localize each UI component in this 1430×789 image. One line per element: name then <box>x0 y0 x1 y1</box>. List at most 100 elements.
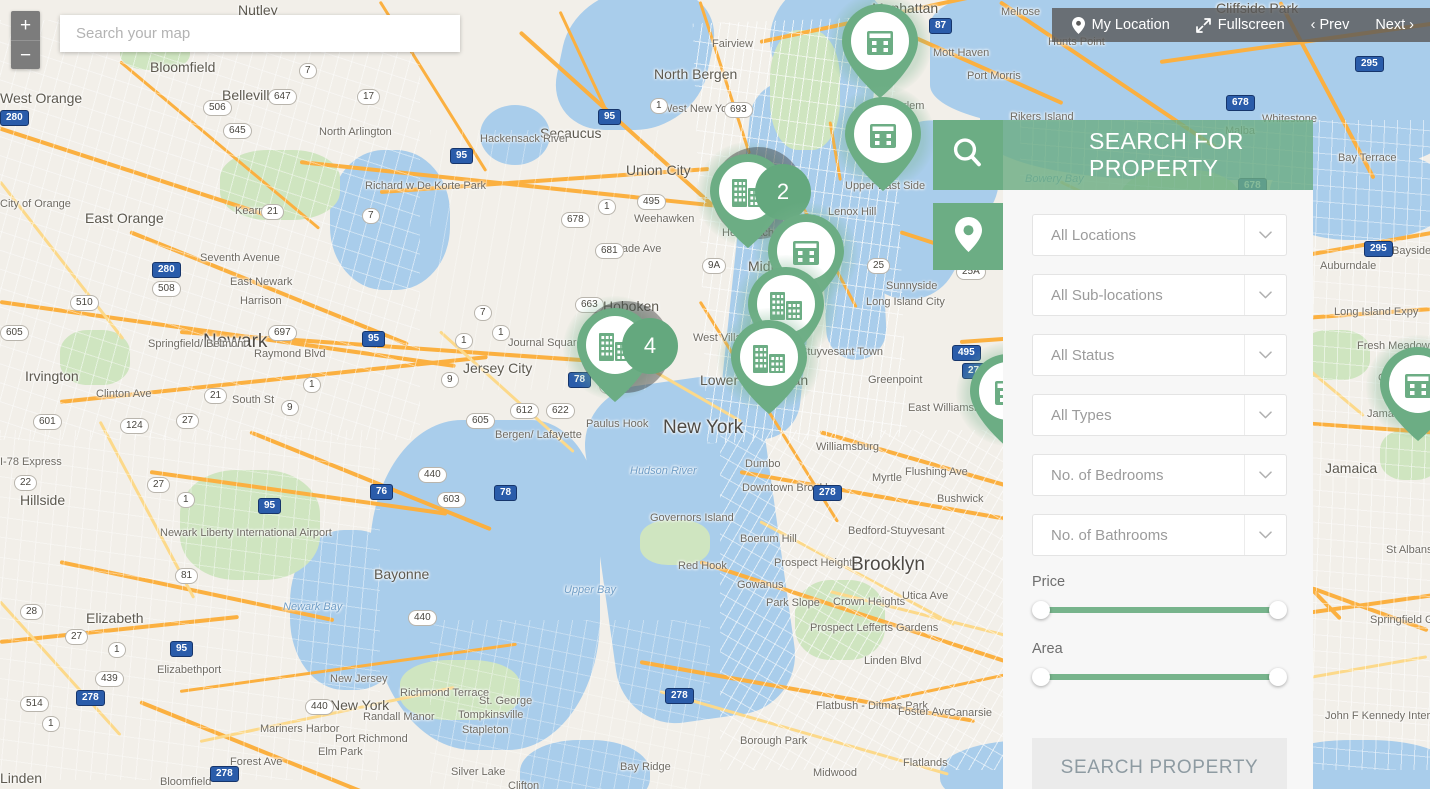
slider-max-handle-area[interactable] <box>1269 668 1287 686</box>
select-sub-locations[interactable]: All Sub-locations <box>1032 274 1287 316</box>
route-shield: 95 <box>258 498 282 514</box>
route-shield: 612 <box>510 403 539 419</box>
route-shield: 622 <box>546 403 575 419</box>
chevron-down-icon[interactable] <box>1244 275 1286 315</box>
slider-min-handle-price[interactable] <box>1032 601 1050 619</box>
select-bedrooms-value: No. of Bedrooms <box>1051 466 1164 484</box>
route-shield: 1 <box>650 98 668 114</box>
route-shield: 605 <box>466 413 495 429</box>
slider-track-price <box>1038 607 1281 613</box>
route-shield: 1 <box>492 325 510 341</box>
search-panel-body: All Locations All Sub-locations All Status… <box>1003 190 1313 789</box>
map-label: Midwood <box>813 767 858 779</box>
chevron-down-icon[interactable] <box>1244 335 1286 375</box>
select-locations[interactable]: All Locations <box>1032 214 1287 256</box>
map-label: Myrtle <box>872 472 902 484</box>
map-label: Weehawken <box>634 213 695 225</box>
fullscreen-icon <box>1195 17 1211 33</box>
my-location-button[interactable]: My Location <box>1071 16 1170 34</box>
slider-label-area: Area <box>1032 641 1063 657</box>
map-label: Bushwick <box>937 493 984 505</box>
route-shield: 76 <box>370 484 394 500</box>
property-marker[interactable]: 4 <box>563 296 678 404</box>
route-shield: 280 <box>152 262 181 278</box>
chevron-down-icon[interactable] <box>1244 515 1286 555</box>
route-shield: 678 <box>561 212 590 228</box>
route-shield: 1 <box>303 377 321 393</box>
map-label: Brooklyn <box>851 554 925 575</box>
my-location-label: My Location <box>1091 17 1170 33</box>
slider-area[interactable] <box>1032 668 1287 686</box>
zoom-out-button[interactable]: − <box>11 40 40 69</box>
search-property-panel: SEARCH FOR PROPERTY All Locations All Sub… <box>933 120 1313 789</box>
search-property-button[interactable]: SEARCH PROPERTY <box>1032 738 1287 789</box>
route-shield: 440 <box>305 699 334 715</box>
map-label: John F Kennedy International Airport <box>1325 710 1430 722</box>
search-sliders-container: Price Area <box>1032 574 1287 686</box>
route-shield: 95 <box>170 641 194 657</box>
property-marker[interactable] <box>1366 335 1430 443</box>
chevron-down-icon[interactable] <box>1244 215 1286 255</box>
route-shield: 1 <box>177 492 195 508</box>
prev-button[interactable]: ‹ Prev <box>1311 17 1350 33</box>
chevron-down-icon[interactable] <box>1244 455 1286 495</box>
map-search-box[interactable] <box>60 15 460 52</box>
next-button[interactable]: Next › <box>1375 17 1414 33</box>
route-shield: 78 <box>494 485 518 501</box>
route-shield: 295 <box>1364 241 1393 257</box>
map-label: Harrison <box>240 295 282 307</box>
route-shield: 278 <box>813 485 842 501</box>
property-marker[interactable] <box>717 308 821 416</box>
slider-min-handle-area[interactable] <box>1032 668 1050 686</box>
map-label: Bayside <box>1392 245 1430 257</box>
map-label: Borough Park <box>740 735 808 747</box>
select-types[interactable]: All Types <box>1032 394 1287 436</box>
chevron-down-icon[interactable] <box>1244 395 1286 435</box>
property-marker[interactable] <box>831 85 935 193</box>
select-status[interactable]: All Status <box>1032 334 1287 376</box>
map-label: Linden Blvd <box>864 655 922 667</box>
map-search-input[interactable] <box>60 15 460 52</box>
route-shield: 278 <box>210 766 239 782</box>
map-zoom-controls[interactable]: + − <box>11 11 40 69</box>
map-label: Auburndale <box>1320 260 1377 272</box>
select-bedrooms[interactable]: No. of Bedrooms <box>1032 454 1287 496</box>
panel-search-icon-badge <box>933 120 1003 190</box>
route-shield: 1 <box>455 333 473 349</box>
slider-max-handle-price[interactable] <box>1269 601 1287 619</box>
slider-block-price: Price <box>1032 574 1287 619</box>
route-shield: 17 <box>357 89 381 105</box>
map-label: Hillside <box>20 492 66 508</box>
slider-label-price: Price <box>1032 574 1066 590</box>
map-label: West Orange <box>0 90 83 106</box>
map-label: City of Orange <box>0 198 71 210</box>
slider-block-area: Area <box>1032 641 1287 686</box>
search-panel-header: SEARCH FOR PROPERTY <box>1003 120 1313 190</box>
select-bathrooms-value: No. of Bathrooms <box>1051 526 1168 544</box>
map-label: Raymond Blvd <box>254 348 326 360</box>
zoom-in-button[interactable]: + <box>11 11 40 40</box>
map-search-page: NutleyCliffside ParkManhattanMelroseFair… <box>0 0 1430 789</box>
marker-cluster-count[interactable]: 4 <box>622 318 678 374</box>
building-icon <box>851 14 909 72</box>
slider-price[interactable] <box>1032 601 1287 619</box>
select-bathrooms[interactable]: No. of Bathrooms <box>1032 514 1287 556</box>
building-icon <box>854 107 912 165</box>
route-shield: 28 <box>20 604 44 620</box>
select-status-value: All Status <box>1051 346 1115 364</box>
fullscreen-button[interactable]: Fullscreen <box>1195 17 1285 33</box>
route-shield: 508 <box>152 281 181 297</box>
route-shield: 21 <box>204 388 228 404</box>
buildings-icon <box>740 330 798 388</box>
route-shield: 514 <box>20 696 49 712</box>
route-shield: 9A <box>702 258 727 274</box>
select-locations-value: All Locations <box>1051 226 1137 244</box>
route-shield: 95 <box>450 148 474 164</box>
map-toolbar: My Location Fullscreen ‹ Prev Next › <box>1051 8 1430 42</box>
map-label: I-78 Express <box>0 456 62 468</box>
route-shield: 27 <box>176 413 200 429</box>
route-shield: 27 <box>65 629 89 645</box>
select-sub-locations-value: All Sub-locations <box>1051 286 1163 304</box>
map-label: Jamaica <box>1325 460 1378 476</box>
slider-track-area <box>1038 674 1281 680</box>
